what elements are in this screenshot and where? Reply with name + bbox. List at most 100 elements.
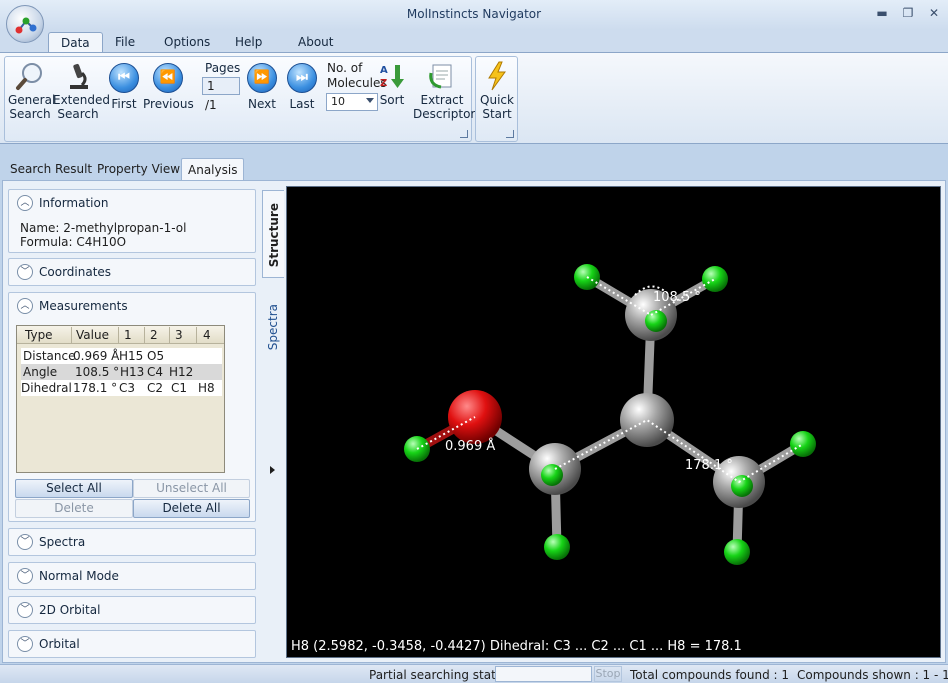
sort-button[interactable]: A Z Sort (377, 61, 407, 107)
molecules-select-value: 10 (331, 95, 345, 108)
previous-button[interactable]: ⏪ Previous (143, 63, 194, 111)
hydrogen-atom[interactable] (702, 266, 728, 292)
dihedral-label: 178.1 ° (685, 458, 733, 473)
quick-start-button[interactable]: Quick Start (479, 61, 515, 121)
cell-atom-1: H15 (119, 349, 144, 363)
information-panel: ︿ Information Name: 2-methylpropan-1-ol … (8, 189, 256, 253)
spectra-tab-label: Spectra (266, 304, 280, 351)
quick-start-label-1: Quick (480, 93, 514, 107)
extended-search-button[interactable]: Extended Search (53, 61, 110, 121)
coordinates-panel[interactable]: ﹀ Coordinates (8, 258, 256, 286)
col-separator (144, 327, 145, 343)
normal-mode-panel[interactable]: ﹀ Normal Mode (8, 562, 256, 590)
table-row[interactable]: Angle 108.5 ° H13 C4 H12 (21, 364, 222, 380)
molecule-3d-viewer[interactable]: 0.969 Å 108.5 ° 178.1 ° H8 (2.5982, -0.3… (286, 186, 941, 658)
restore-icon[interactable]: ❐ (902, 6, 914, 20)
first-label: First (111, 97, 137, 111)
cell-value: 0.969 Å (73, 349, 120, 363)
orbital-panel[interactable]: ﹀ Orbital (8, 630, 256, 658)
next-label: Next (248, 97, 276, 111)
hydrogen-atom[interactable] (544, 534, 570, 560)
carbon-atom[interactable] (620, 393, 674, 447)
col-atom-3[interactable]: 3 (175, 328, 183, 342)
ribbon-tab-about[interactable]: About (286, 32, 345, 52)
cell-value: 108.5 ° (75, 365, 120, 379)
col-atom-2[interactable]: 2 (150, 328, 158, 342)
last-button[interactable]: ⏭ Last (285, 63, 319, 111)
measurements-title: Measurements (39, 299, 128, 313)
cell-atom-3: C1 (171, 381, 188, 395)
side-tab-spectra[interactable]: Spectra (262, 290, 284, 360)
select-all-button[interactable]: Select All (15, 479, 133, 498)
col-separator (196, 327, 197, 343)
tab-analysis[interactable]: Analysis (181, 158, 245, 180)
col-atom-4[interactable]: 4 (203, 328, 211, 342)
delete-all-button[interactable]: Delete All (133, 499, 250, 518)
extract-descriptor-button[interactable]: Extract Descriptor (413, 61, 475, 121)
col-separator (71, 327, 72, 343)
information-header[interactable]: ︿ Information (9, 190, 255, 216)
pages-input[interactable]: 1 (202, 77, 240, 95)
table-row[interactable]: Dihedral 178.1 ° C3 C2 C1 H8 (21, 380, 222, 396)
col-type[interactable]: Type (25, 328, 53, 342)
partial-status-progress (495, 666, 592, 682)
data-group-launcher-icon[interactable] (460, 130, 468, 138)
ribbon-tab-help[interactable]: Help (223, 32, 274, 52)
compounds-shown: Compounds shown : 1 - 1 (797, 668, 948, 682)
expand-icon: ﹀ (17, 534, 33, 550)
molecules-select[interactable]: 10 (326, 93, 378, 111)
status-bar: Partial searching status : Stop Total co… (0, 664, 948, 683)
first-button[interactable]: ⏮ First (106, 63, 142, 111)
ribbon-group-data: General Search Extended Search ⏮ First ⏪… (4, 56, 475, 142)
sort-label: Sort (379, 93, 405, 107)
hydrogen-atom[interactable] (541, 464, 563, 486)
cell-type: Distance (23, 349, 76, 363)
2d-orbital-panel[interactable]: ﹀ 2D Orbital (8, 596, 256, 624)
next-button[interactable]: ⏩ Next (245, 63, 279, 111)
general-search-label-1: General (8, 93, 56, 107)
unselect-all-button[interactable]: Unselect All (133, 479, 250, 498)
measurements-header[interactable]: ︿ Measurements (9, 293, 255, 319)
expand-arrow-icon[interactable] (270, 466, 275, 474)
ribbon-tab-data[interactable]: Data (48, 32, 103, 52)
hydrogen-atom[interactable] (731, 475, 753, 497)
hydrogen-atom[interactable] (724, 539, 750, 565)
chevron-down-icon (366, 98, 374, 103)
svg-text:Z: Z (380, 78, 387, 89)
tab-property-view[interactable]: Property View (91, 158, 186, 180)
molecule-formula: Formula: C4H10O (20, 235, 127, 249)
minimize-icon[interactable]: ▬ (876, 6, 888, 20)
table-row[interactable]: Distance 0.969 Å H15 O5 (21, 348, 222, 364)
expand-icon: ﹀ (17, 636, 33, 652)
col-value[interactable]: Value (76, 328, 109, 342)
spectra-panel[interactable]: ﹀ Spectra (8, 528, 256, 556)
tab-search-result[interactable]: Search Result (4, 158, 98, 180)
quickstart-group-launcher-icon[interactable] (506, 130, 514, 138)
col-atom-1[interactable]: 1 (124, 328, 132, 342)
delete-button[interactable]: Delete (15, 499, 133, 518)
hydrogen-atom[interactable] (790, 431, 816, 457)
molecule-canvas[interactable]: 0.969 Å 108.5 ° 178.1 ° (287, 187, 941, 658)
collapse-icon: ︿ (17, 298, 33, 314)
app-logo-icon[interactable] (6, 5, 44, 43)
orbital-title: Orbital (39, 637, 80, 651)
general-search-button[interactable]: General Search (8, 61, 56, 121)
stop-button[interactable]: Stop (594, 666, 622, 682)
close-icon[interactable]: ✕ (928, 6, 940, 20)
microscope-icon (70, 63, 88, 89)
next-page-icon: ⏩ (247, 63, 277, 93)
total-compounds: Total compounds found : 1 (630, 668, 790, 682)
magnifier-icon (16, 63, 42, 90)
ribbon-tab-options[interactable]: Options (152, 32, 222, 52)
side-tab-structure[interactable]: Structure (262, 190, 284, 278)
ribbon-tab-file[interactable]: File (103, 32, 147, 52)
ribbon-group-quickstart: Quick Start (475, 56, 518, 142)
spectra-title: Spectra (39, 535, 86, 549)
cell-atom-2: C4 (147, 365, 164, 379)
col-separator (169, 327, 170, 343)
content-tab-bar: Search Result Property View Analysis (0, 158, 948, 180)
sort-icon: A Z (380, 65, 404, 89)
cell-atom-1: C3 (119, 381, 136, 395)
molecule-name: Name: 2-methylpropan-1-ol (20, 221, 187, 235)
viewer-status-text: H8 (2.5982, -0.3458, -0.4427) Dihedral: … (291, 639, 742, 654)
